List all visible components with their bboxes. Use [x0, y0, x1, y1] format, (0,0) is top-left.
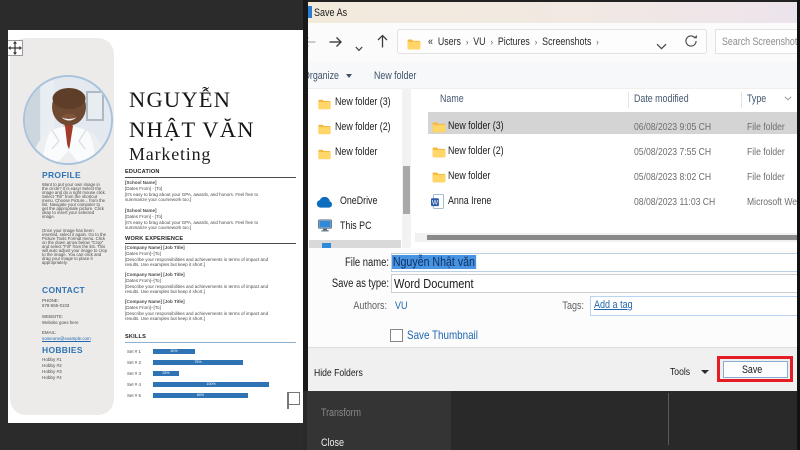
svg-text:W: W: [432, 199, 439, 206]
